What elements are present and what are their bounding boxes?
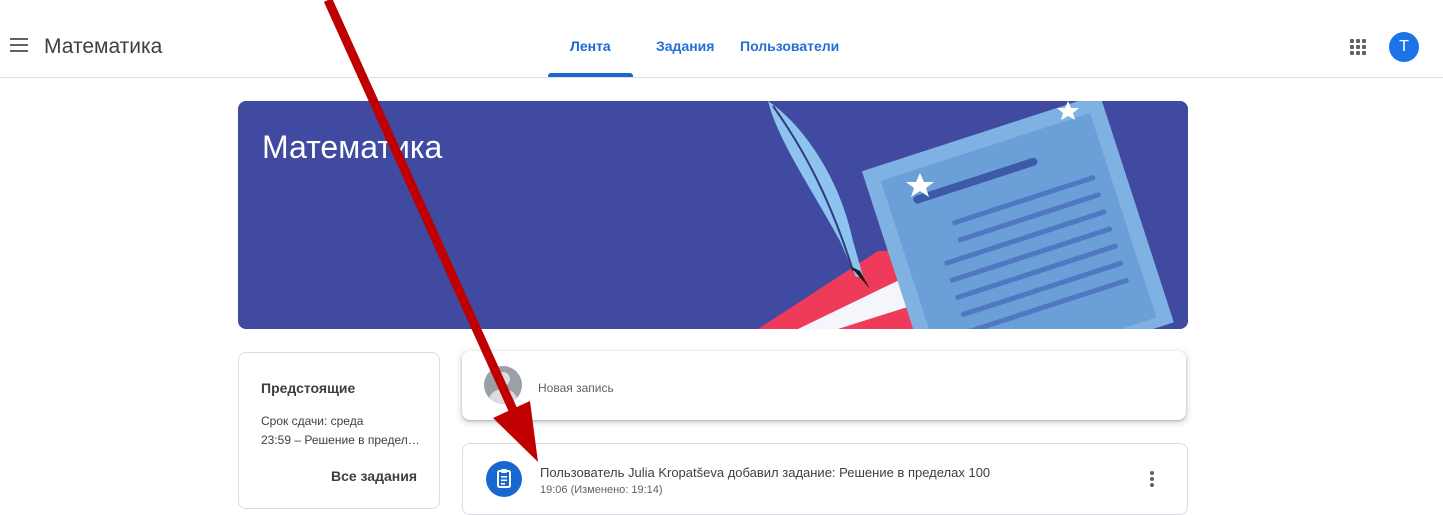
view-all-button[interactable]: Все задания bbox=[331, 468, 417, 484]
post-title[interactable]: Пользователь Julia Kropatševa добавил за… bbox=[540, 465, 990, 480]
hamburger-menu-icon[interactable] bbox=[10, 38, 28, 52]
account-avatar[interactable]: T bbox=[1389, 32, 1419, 62]
class-title[interactable]: Математика bbox=[44, 35, 162, 59]
more-vert-icon[interactable] bbox=[1147, 469, 1157, 489]
tab-stream[interactable]: Лента bbox=[570, 38, 611, 54]
upcoming-assignment-link[interactable]: 23:59 – Решение в пределах 100 bbox=[261, 433, 426, 447]
top-app-bar: Математика Лента Задания Пользователи T bbox=[0, 0, 1443, 78]
assignment-icon bbox=[486, 461, 522, 497]
banner-title: Математика bbox=[262, 129, 443, 165]
stream-post[interactable]: Пользователь Julia Kropatševa добавил за… bbox=[462, 443, 1188, 515]
active-tab-indicator bbox=[548, 73, 633, 77]
new-post-placeholder[interactable]: Новая запись bbox=[538, 381, 614, 395]
tab-people[interactable]: Пользователи bbox=[740, 38, 839, 54]
user-avatar-icon bbox=[484, 366, 522, 404]
tab-classwork[interactable]: Задания bbox=[656, 38, 714, 54]
google-apps-grid-icon[interactable] bbox=[1350, 39, 1366, 55]
new-post-box[interactable]: Новая запись bbox=[462, 351, 1186, 420]
upcoming-title: Предстоящие bbox=[261, 380, 356, 396]
post-timestamp: 19:06 (Изменено: 19:14) bbox=[540, 484, 663, 496]
upcoming-card: Предстоящие Срок сдачи: среда 23:59 – Ре… bbox=[238, 352, 440, 509]
upcoming-due-date: Срок сдачи: среда bbox=[261, 414, 364, 428]
class-banner: Математика bbox=[238, 101, 1188, 329]
